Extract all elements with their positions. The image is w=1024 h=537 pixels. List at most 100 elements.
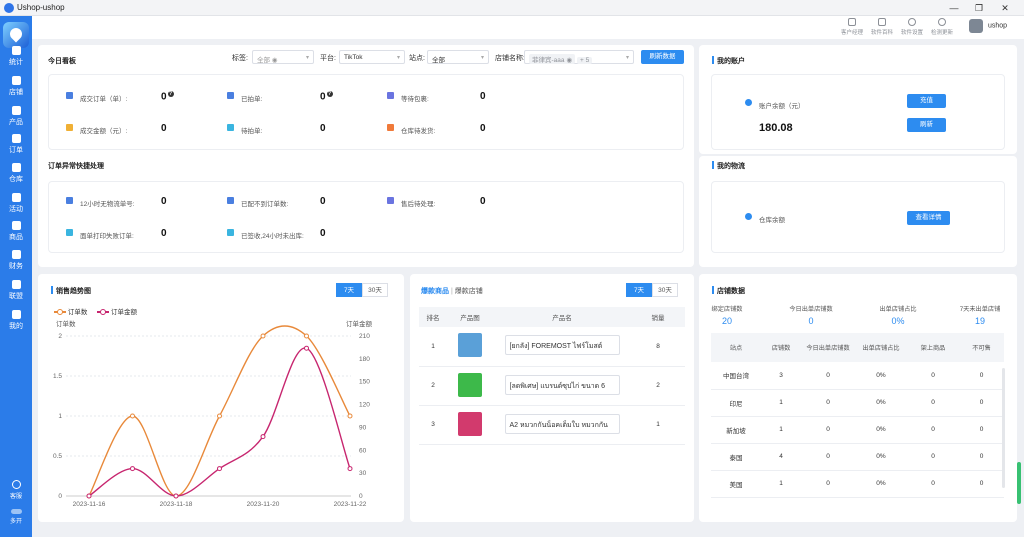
product-thumbnail[interactable] [458,411,482,436]
warehouse-icon [11,163,21,172]
shop-data-title: 店铺数据 [717,288,745,295]
account-refresh-button[interactable]: 刷新 [907,118,946,132]
hot-shops-tab[interactable]: 爆款店铺 [455,288,483,295]
user-menu[interactable]: ushop [969,19,1007,33]
sidebar-item-9[interactable]: 我的 [0,310,32,331]
sidebar-item-multi[interactable]: 多开 [0,509,32,525]
kpi-value[interactable]: 19 [952,316,1008,326]
sidebar-item-5[interactable]: 活动 [0,193,32,214]
sidebar-item-support[interactable]: 客服 [0,480,32,500]
tab-30-days[interactable]: 30天 [652,283,678,297]
site-select[interactable]: 全部 ▾ [427,50,489,64]
kpi-value[interactable]: 0 [779,316,843,326]
logistics-card [711,181,1005,253]
exception-value[interactable]: 0 [161,228,167,239]
stat-icon [227,92,234,99]
sidebar-item-6[interactable]: 商品 [0,221,32,242]
kpi-value[interactable]: 0% [858,316,938,326]
kpi-value[interactable]: 20 [708,316,746,326]
close-button[interactable]: ✕ [998,1,1012,15]
table-row[interactable]: 美国 1 0 0% 0 0 [711,470,1004,498]
exception-value[interactable]: 0 [320,196,326,207]
data-point[interactable] [347,466,353,472]
sidebar-item-7[interactable]: 财务 [0,250,32,271]
tab-7-days[interactable]: 7天 [336,283,362,297]
table-row[interactable]: 中国台湾 3 0 0% 0 0 [711,362,1004,390]
page-scrollbar[interactable] [1017,462,1021,504]
data-point[interactable] [260,434,266,440]
sidebar-item-0[interactable]: 统计 [0,46,32,67]
gift-icon [11,193,21,202]
tab-7-days[interactable]: 7天 [626,283,652,297]
shop-filter-label: 店铺名称: [495,55,525,62]
shop-select[interactable]: 菲律宾-aaa ◉ + 5 ▾ [524,50,634,64]
sidebar-item-1[interactable]: 店铺 [0,76,32,97]
recharge-button[interactable]: 充值 [907,94,946,108]
data-point[interactable] [130,413,135,419]
x-tick-label: 2023-11-16 [73,501,106,508]
tab-30-days[interactable]: 30天 [362,283,388,297]
product-name[interactable]: A2 หมวกกันน็อคเต็มใบ หมวกกัน [504,413,620,434]
site-filter-label: 站点: [409,55,425,62]
sidebar-item-3[interactable]: 订单 [0,134,32,155]
hot-products-table: 排名 产品图 产品名 销量 1 [ยกลัง] FOREMOST ไฟร์โมสต์ 8 2… [419,307,685,445]
table-scrollbar[interactable] [1002,368,1005,488]
data-point[interactable] [304,345,309,351]
refresh-data-button[interactable]: 刷新数据 [641,50,684,64]
view-details-button[interactable]: 查看详情 [907,211,950,225]
table-row[interactable]: 泰国 4 0 0% 0 0 [711,443,1004,471]
data-point[interactable] [217,466,222,472]
shop-kpi: 绑定店铺数 20 [708,304,746,326]
platform-filter-label: 平台: [320,55,336,62]
data-point[interactable] [173,493,179,499]
data-point[interactable] [347,413,353,419]
software-settings-button[interactable]: 软件设置 [897,17,927,36]
table-row[interactable]: 1 [ยกลัง] FOREMOST ไฟร์โมสต์ 8 [419,327,685,367]
help-icon[interactable]: ? [326,91,333,97]
headset-icon [11,480,21,489]
data-point[interactable] [86,493,92,499]
data-point[interactable] [130,466,135,472]
product-thumbnail[interactable] [458,333,482,358]
exception-label: 12小时无物流单号: [80,201,135,208]
table-cell: 1 [761,416,801,444]
sidebar-item-label: 联盟 [9,293,23,300]
data-point[interactable] [217,413,222,419]
exception-icon [66,229,73,236]
exception-label: 面单打印失败订单: [80,233,134,240]
column-header: 不可售 [959,333,1004,362]
sidebar-item-label: 我的 [9,323,23,330]
app-logo-icon [4,3,14,13]
tag-select[interactable]: 全部 ◉ ▾ [252,50,314,64]
platform-select[interactable]: TikTok ▾ [339,50,405,64]
exception-value[interactable]: 0 [480,196,486,207]
sidebar-item-2[interactable]: 产品 [0,106,32,127]
exception-value[interactable]: 0 [161,196,167,207]
restore-button[interactable]: ❐ [972,1,986,15]
sidebar-item-8[interactable]: 联盟 [0,280,32,301]
hot-products-tab[interactable]: 爆款商品 [421,288,449,295]
product-name[interactable]: [ยกลัง] FOREMOST ไฟร์โมสต์ [504,335,620,356]
table-cell: 0 [959,416,1004,444]
y-tick-right: 210 [359,333,370,340]
data-point[interactable] [260,333,266,339]
product-thumbnail[interactable] [458,372,482,397]
y-tick-left: 0 [58,493,62,500]
account-manager-button[interactable]: 客户经理 [837,17,867,36]
kpi-label: 绑定店铺数 [711,306,743,313]
data-point[interactable] [304,333,309,339]
software-wiki-button[interactable]: 软件百科 [867,17,897,36]
sidebar-item-4[interactable]: 仓库 [0,163,32,184]
table-row[interactable]: 新加坡 1 0 0% 0 0 [711,416,1004,444]
table-row[interactable]: 2 [ลดพิเศษ] แบรนด์ซุปไก่ ขนาด 6 2 [419,366,685,406]
sidebar-item-label: 统计 [9,59,23,66]
help-icon[interactable]: ? [167,91,174,97]
product-name[interactable]: [ลดพิเศษ] แบรนด์ซุปไก่ ขนาด 6 [504,374,620,395]
exception-value[interactable]: 0 [320,228,326,239]
table-row[interactable]: 印尼 1 0 0% 0 0 [711,389,1004,417]
minimize-button[interactable]: — [947,1,961,15]
check-update-button[interactable]: 检测更新 [927,17,957,36]
table-row[interactable]: 3 A2 หมวกกันน็อคเต็มใบ หมวกกัน 1 [419,405,685,445]
stat-icon [227,124,234,131]
table-cell: 0 [959,362,1004,390]
